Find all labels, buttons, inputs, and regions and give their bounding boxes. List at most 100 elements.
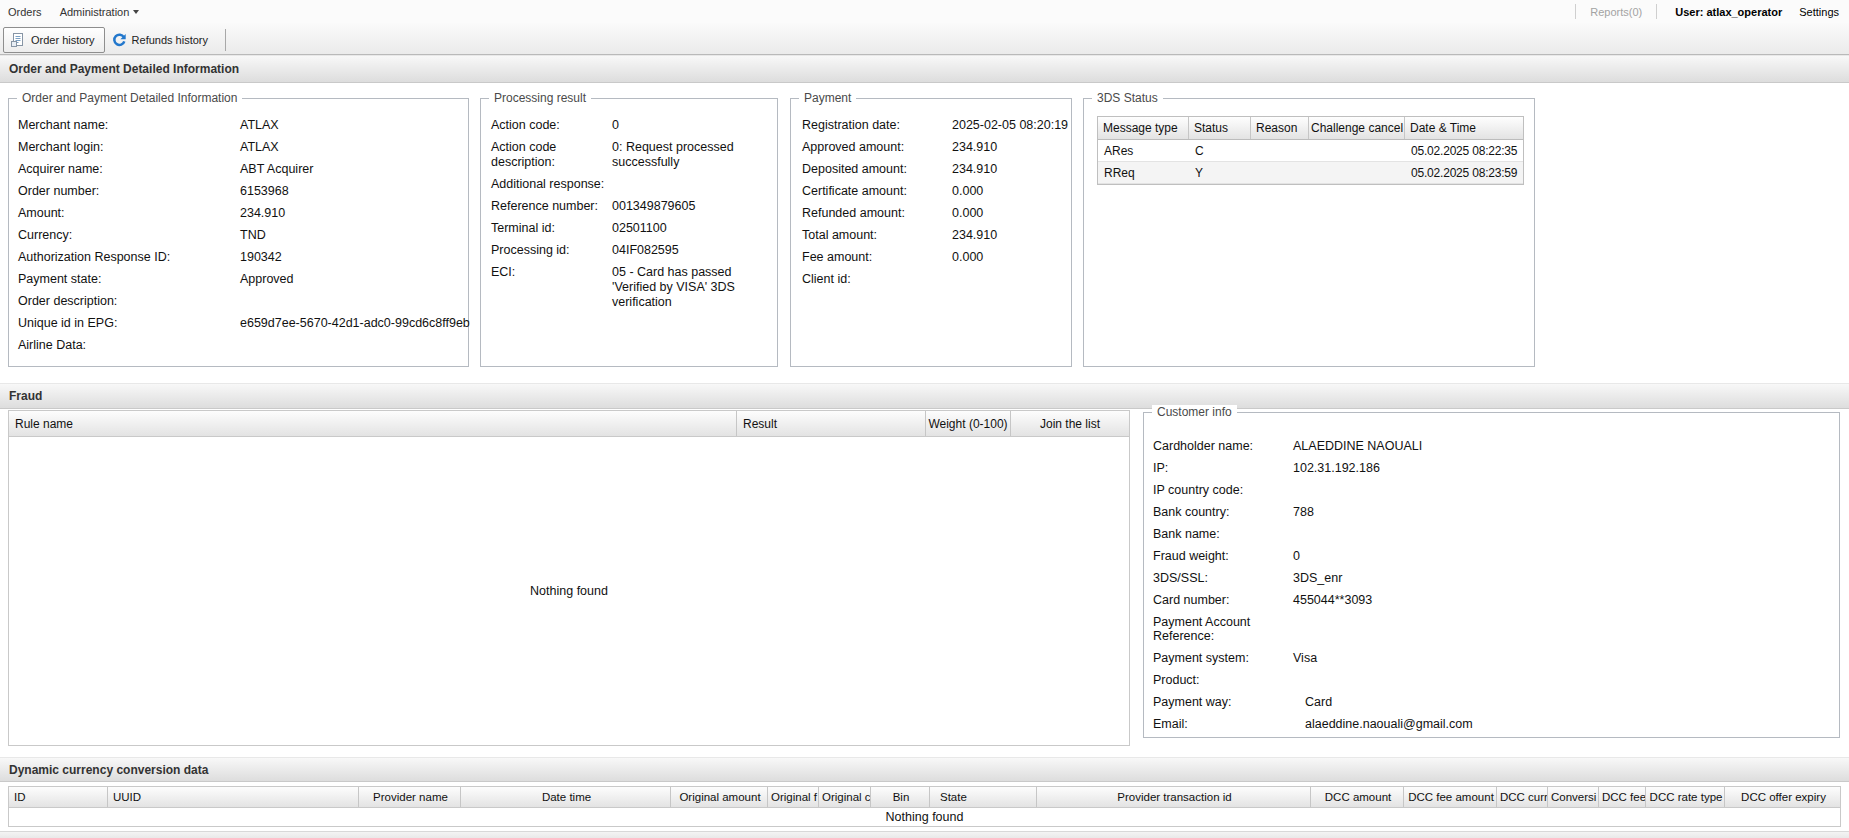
field-row: Order number: 6153968	[18, 184, 460, 199]
column-header[interactable]: Provider name	[359, 787, 461, 807]
page: Orders Administration Reports(0) User: a…	[0, 0, 1849, 838]
field-label: Reference number:	[491, 199, 612, 214]
field-value: e659d7ee-5670-42d1-adc0-99cd6c8ff9eb	[240, 316, 470, 331]
field-row: Merchant login: ATLAX	[18, 140, 460, 155]
field-label: Bank name:	[1153, 527, 1293, 541]
tab-refunds-history[interactable]: Refunds history	[105, 27, 217, 53]
column-header[interactable]: Result	[737, 411, 926, 436]
column-header[interactable]: Weight (0-100)	[926, 411, 1011, 436]
document-icon	[10, 32, 26, 48]
column-header[interactable]: Original amount	[671, 787, 768, 807]
column-header[interactable]: UUID	[108, 787, 359, 807]
field-label: Action code description:	[491, 140, 612, 170]
field-row: Action code description: 0: Request proc…	[491, 140, 769, 170]
field-value: 190342	[240, 250, 460, 265]
column-header[interactable]: Reason	[1251, 117, 1309, 139]
field-value	[1293, 673, 1831, 687]
field-label: Merchant login:	[18, 140, 240, 155]
column-header[interactable]: Conversi	[1548, 787, 1599, 807]
empty-placeholder: Nothing found	[886, 810, 964, 824]
field-value: 2025-02-05 08:20:19	[952, 118, 1068, 133]
field-row: Airline Data:	[18, 338, 460, 353]
table-cell: RReq	[1098, 162, 1189, 183]
column-header[interactable]: State	[930, 787, 1037, 807]
field-value	[1293, 527, 1831, 541]
column-header[interactable]: Bin	[871, 787, 930, 807]
field-value: 0: Request processed successfully	[612, 140, 764, 170]
field-row: Bank name:	[1153, 527, 1831, 541]
section-header-dcc: Dynamic currency conversion data	[0, 757, 1849, 782]
field-value: ABT Acquirer	[240, 162, 460, 177]
column-header[interactable]: DCC fee amount	[1404, 787, 1497, 807]
field-row: Payment Account Reference:	[1153, 615, 1831, 643]
column-header[interactable]: Status	[1189, 117, 1251, 139]
field-row: Product:	[1153, 673, 1831, 687]
field-row: Cardholder name: ALAEDDINE NAOUALI	[1153, 439, 1831, 453]
menu-reports[interactable]: Reports(0)	[1590, 6, 1642, 18]
chevron-down-icon	[133, 10, 139, 14]
column-header[interactable]: ID	[9, 787, 108, 807]
column-header[interactable]: DCC amount	[1311, 787, 1404, 807]
column-header[interactable]: Original f	[768, 787, 819, 807]
field-label: ECI:	[491, 265, 612, 310]
column-header[interactable]: Challenge cancel	[1309, 117, 1405, 139]
field-row: Terminal id: 02501100	[491, 221, 769, 236]
menubar: Orders Administration Reports(0) User: a…	[0, 0, 1849, 23]
field-label: Cardholder name:	[1153, 439, 1293, 453]
tab-refunds-history-label: Refunds history	[132, 34, 208, 46]
field-label: Authorization Response ID:	[18, 250, 240, 265]
menu-administration-label: Administration	[60, 6, 130, 18]
table-cell: Y	[1189, 162, 1251, 183]
table-row[interactable]: AResC05.02.2025 08:22:35	[1098, 140, 1523, 162]
field-row: Action code: 0	[491, 118, 769, 133]
field-row: Reference number: 001349879605	[491, 199, 769, 214]
payment-fieldset: Payment Registration date: 2025-02-05 08…	[790, 98, 1072, 367]
field-label: Order description:	[18, 294, 240, 309]
fraud-table-body: Nothing found	[8, 437, 1130, 746]
field-value	[1293, 483, 1831, 497]
tab-order-history-label: Order history	[31, 34, 95, 46]
field-value: 0.000	[952, 250, 1063, 265]
field-value: 0.000	[952, 206, 1063, 221]
column-header[interactable]: DCC offer expiry	[1725, 787, 1840, 807]
column-header[interactable]: Message type	[1098, 117, 1189, 139]
field-label: Action code:	[491, 118, 612, 133]
field-label: Merchant name:	[18, 118, 240, 133]
column-header[interactable]: Provider transaction id	[1037, 787, 1311, 807]
menu-settings[interactable]: Settings	[1799, 6, 1839, 18]
field-label: Fraud weight:	[1153, 549, 1293, 563]
column-header[interactable]: DCC fee	[1599, 787, 1646, 807]
field-label: Product:	[1153, 673, 1293, 687]
field-label: Payment state:	[18, 272, 240, 287]
column-header[interactable]: Original c	[819, 787, 871, 807]
field-row: Unique id in EPG: e659d7ee-5670-42d1-adc…	[18, 316, 460, 331]
tab-order-history[interactable]: Order history	[3, 27, 105, 53]
bottom-section-band	[0, 831, 1849, 838]
table-cell	[1251, 162, 1309, 183]
column-header[interactable]: Join the list	[1011, 411, 1129, 436]
menu-administration[interactable]: Administration	[60, 6, 140, 18]
column-header[interactable]: DCC rate type	[1646, 787, 1725, 807]
dcc-table-body: Nothing found	[8, 808, 1841, 827]
field-label: Payment Account Reference:	[1153, 615, 1293, 643]
column-header[interactable]: Date time	[461, 787, 671, 807]
field-label: Payment way:	[1153, 695, 1293, 709]
menu-orders[interactable]: Orders	[8, 6, 42, 18]
fieldset-legend: Processing result	[489, 91, 591, 106]
column-header[interactable]: DCC curr	[1497, 787, 1548, 807]
table-cell	[1309, 140, 1405, 161]
column-header[interactable]: Date & Time	[1405, 117, 1523, 139]
field-label: 3DS/SSL:	[1153, 571, 1293, 585]
field-row: Merchant name: ATLAX	[18, 118, 460, 133]
field-row: Additional response:	[491, 177, 769, 192]
field-value: alaeddine.naouali@gmail.com	[1293, 717, 1831, 731]
field-value: 3DS_enr	[1293, 571, 1831, 585]
field-value: Visa	[1293, 651, 1831, 665]
field-value: Approved	[240, 272, 460, 287]
field-row: Email: alaeddine.naouali@gmail.com	[1153, 717, 1831, 731]
field-value: 0	[1293, 549, 1831, 563]
column-header[interactable]: Rule name	[9, 411, 737, 436]
table-row[interactable]: RReqY05.02.2025 08:23:59	[1098, 162, 1523, 184]
field-label: Additional response:	[491, 177, 612, 192]
field-row: Authorization Response ID: 190342	[18, 250, 460, 265]
